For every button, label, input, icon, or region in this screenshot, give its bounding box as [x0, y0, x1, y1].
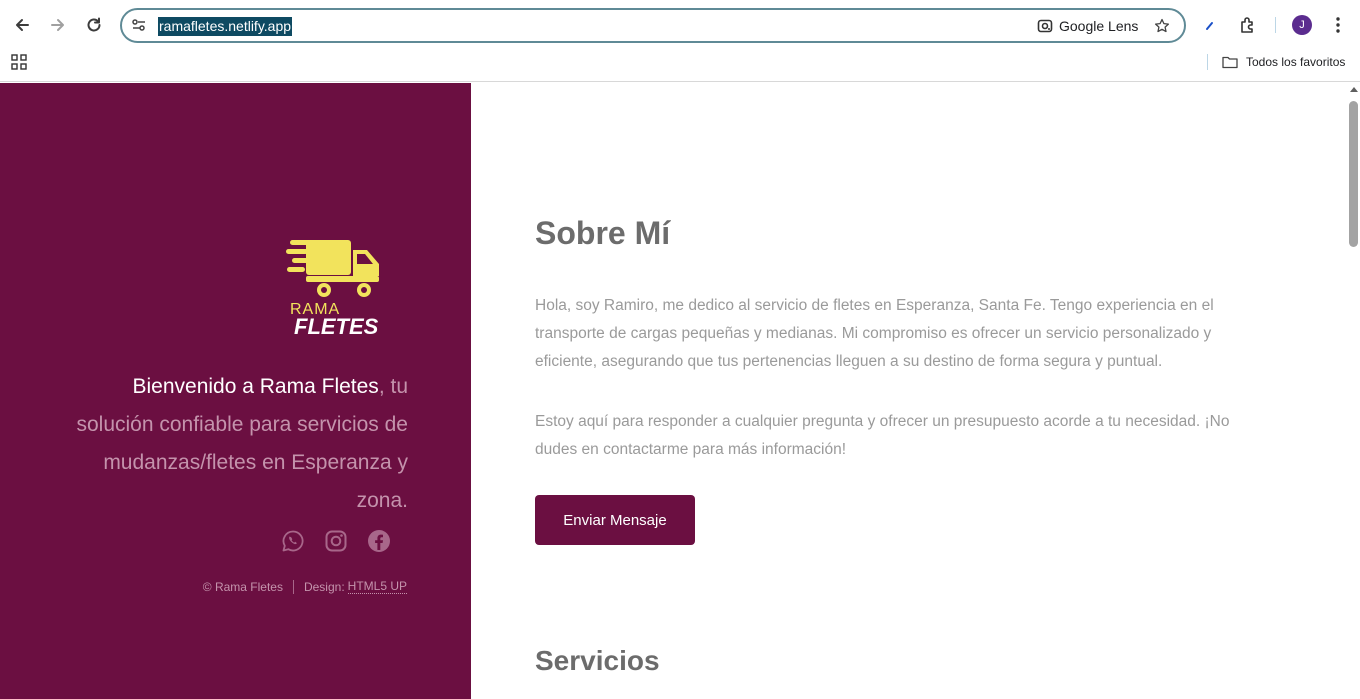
toolbar-divider — [1275, 17, 1276, 33]
about-heading: Sobre Mí — [535, 215, 671, 251]
facebook-icon[interactable] — [366, 528, 392, 554]
all-bookmarks-folder[interactable]: Todos los favoritos — [1222, 53, 1345, 71]
menu-kebab-icon[interactable] — [1328, 12, 1348, 38]
rama-fletes-logo[interactable]: RAMA FLETES — [284, 238, 384, 339]
address-bar[interactable]: ramafletes.netlify.app Google Lens — [120, 8, 1186, 43]
welcome-strong: Bienvenido a Rama Fletes — [132, 375, 379, 398]
browser-toolbar: ramafletes.netlify.app Google Lens J — [0, 0, 1360, 50]
page-scrollbar[interactable] — [1347, 83, 1360, 699]
copyright-text: © Rama Fletes — [202, 579, 283, 594]
logo-text-fletes: FLETES — [294, 314, 379, 338]
bookmarks-bar — [0, 50, 1360, 82]
whatsapp-icon[interactable] — [280, 528, 306, 554]
scrollbar-thumb[interactable] — [1349, 101, 1358, 247]
social-links — [280, 527, 392, 555]
main-content: Sobre Mí Hola, soy Ramiro, me dedico al … — [471, 83, 1347, 699]
bookmarks-divider — [1207, 54, 1208, 70]
all-bookmarks-label: Todos los favoritos — [1246, 55, 1346, 69]
footer-copyright: © Rama Fletes Design: HTML5 UP — [190, 579, 407, 594]
back-icon[interactable] — [9, 12, 35, 38]
web-page: RAMA FLETES Bienvenido a Rama Fletes, tu… — [0, 83, 1360, 699]
services-heading: Servicios — [535, 645, 660, 676]
url-text[interactable]: ramafletes.netlify.app — [158, 17, 293, 36]
forward-icon[interactable] — [45, 12, 71, 38]
google-lens-icon — [1037, 19, 1053, 33]
scroll-up-arrow-icon[interactable] — [1350, 87, 1358, 92]
sidebar-header: RAMA FLETES Bienvenido a Rama Fletes, tu… — [0, 83, 471, 699]
about-paragraph-1: Hola, soy Ramiro, me dedico al servicio … — [535, 297, 1214, 370]
reload-icon[interactable] — [81, 12, 107, 38]
about-paragraph-2: Estoy aquí para responder a cualquier pr… — [535, 413, 1230, 458]
google-lens-button[interactable]: Google Lens — [1037, 15, 1138, 37]
welcome-text: Bienvenido a Rama Fletes, tu solución co… — [60, 368, 408, 520]
google-lens-label: Google Lens — [1059, 18, 1139, 34]
site-settings-icon[interactable] — [130, 16, 148, 34]
apps-grid-icon[interactable] — [11, 54, 29, 72]
pen-icon[interactable] — [1200, 12, 1220, 38]
html5up-link[interactable]: HTML5 UP — [347, 579, 407, 594]
profile-avatar[interactable]: J — [1290, 12, 1314, 38]
extensions-icon[interactable] — [1236, 12, 1260, 38]
instagram-icon[interactable] — [323, 528, 349, 554]
avatar: J — [1292, 15, 1312, 35]
footer-divider — [292, 579, 294, 594]
design-label: Design: — [303, 579, 345, 594]
send-message-button[interactable]: Enviar Mensaje — [535, 495, 695, 545]
bookmark-star-icon[interactable] — [1152, 16, 1172, 36]
folder-icon — [1222, 56, 1238, 69]
